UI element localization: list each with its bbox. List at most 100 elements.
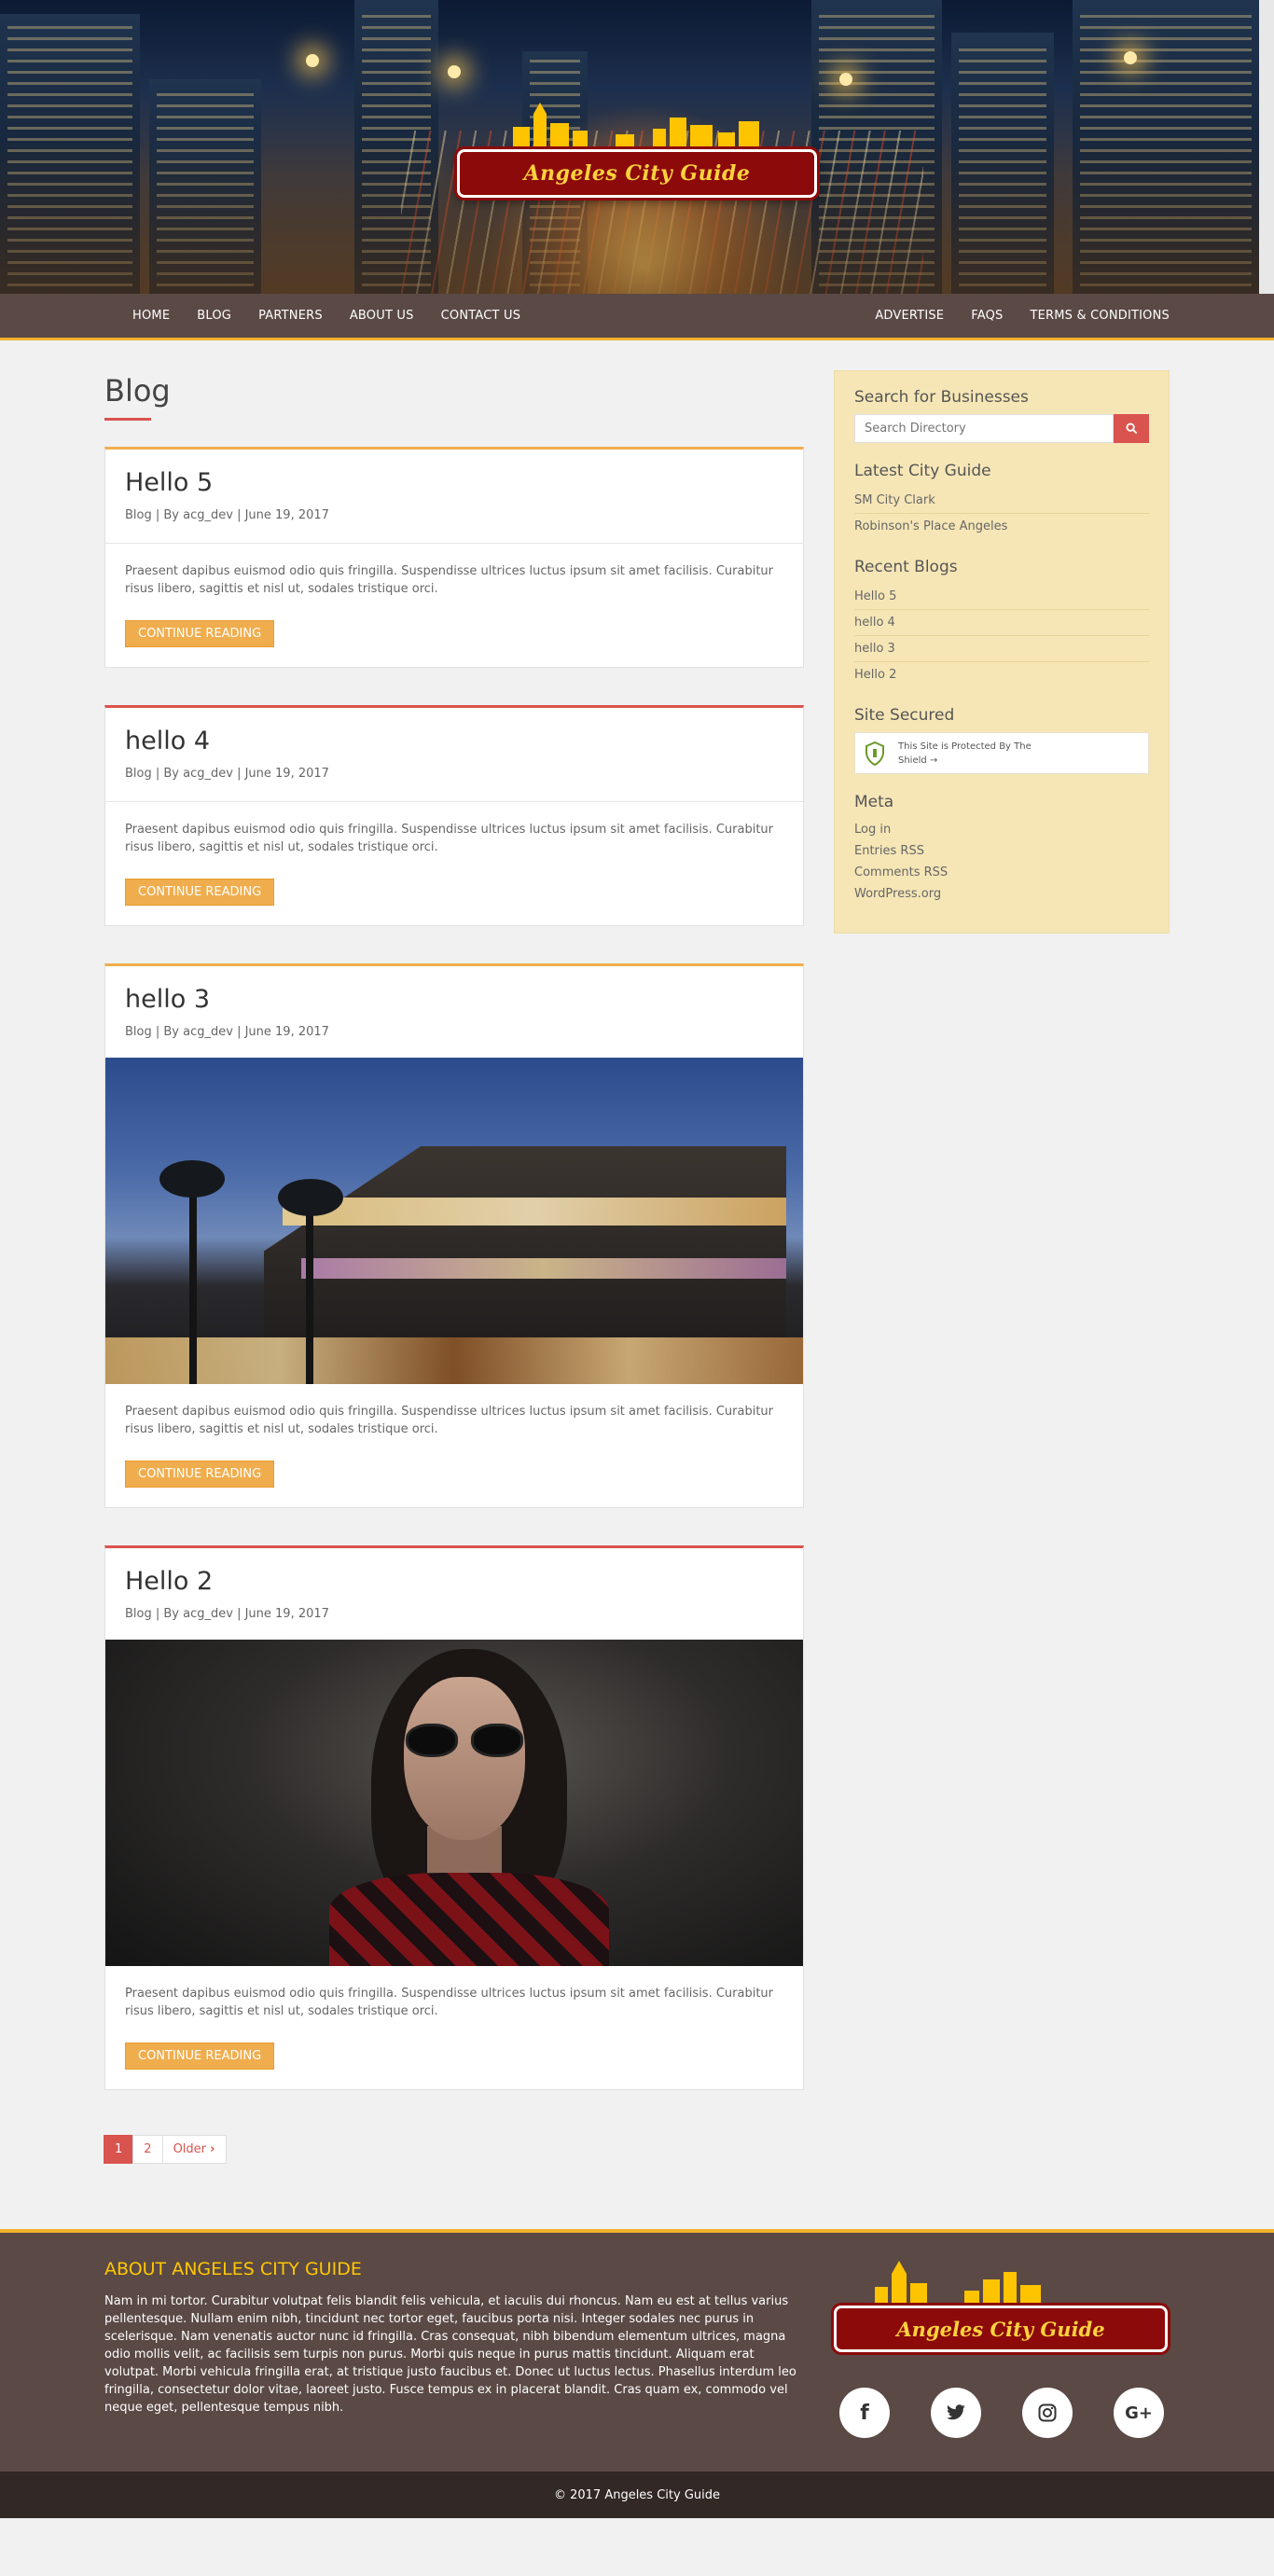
post-image-woman[interactable] — [105, 1640, 803, 1966]
google-plus-icon[interactable]: G+ — [1114, 2388, 1164, 2438]
footer-logo-text: Angeles City Guide — [896, 2317, 1105, 2341]
hero-banner: Angeles City Guide — [0, 0, 1274, 294]
post-body: Praesent dapibus euismod odio quis fring… — [105, 544, 803, 667]
title-underline — [104, 418, 151, 421]
page-link-1[interactable]: 1 — [104, 2135, 134, 2164]
continue-reading-button[interactable]: CONTINUE READING — [125, 1461, 275, 1488]
meta-list: Log in Entries RSS Comments RSS WordPres… — [854, 819, 1149, 905]
post-header: Hello 5 Blog | By acg_dev | June 19, 201… — [105, 450, 803, 543]
footer-about: ABOUT ANGELES CITY GUIDE Nam in mi torto… — [104, 2259, 804, 2438]
recent-blogs-widget: Recent Blogs Hello 5 hello 4 hello 3 Hel… — [854, 558, 1149, 687]
site-logo-text: Angeles City Guide — [523, 161, 751, 186]
blog-post: Hello 2 Blog | By acg_dev | June 19, 201… — [104, 1545, 804, 2090]
footer-brand: Angeles City Guide f G+ — [834, 2259, 1170, 2438]
meta-title: Meta — [854, 793, 894, 811]
footer-logo[interactable]: Angeles City Guide — [834, 2259, 1170, 2371]
nav-item-faqs[interactable]: FAQS — [971, 309, 1003, 323]
nav-left: HOME BLOG PARTNERS ABOUT US CONTACT US — [132, 309, 547, 323]
post-header: Hello 2 Blog | By acg_dev | June 19, 201… — [105, 1548, 803, 1640]
blog-post: Hello 5 Blog | By acg_dev | June 19, 201… — [104, 447, 804, 668]
search-input[interactable] — [854, 414, 1115, 443]
post-image-mall[interactable] — [105, 1058, 803, 1384]
post-excerpt: Praesent dapibus euismod odio quis fring… — [125, 564, 774, 596]
instagram-icon[interactable] — [1022, 2388, 1073, 2438]
chevron-right-icon: › — [210, 2142, 215, 2156]
post-title[interactable]: Hello 5 — [125, 468, 783, 497]
continue-reading-button[interactable]: CONTINUE READING — [125, 620, 275, 647]
recent-blog-item[interactable]: hello 4 — [854, 610, 1149, 636]
copyright-bar: © 2017 Angeles City Guide — [0, 2472, 1274, 2518]
nav-item-home[interactable]: HOME — [132, 309, 170, 323]
twitter-icon[interactable] — [931, 2388, 981, 2438]
copyright-text: © 2017 Angeles City Guide — [553, 2487, 721, 2502]
older-posts-link[interactable]: Older › — [161, 2135, 227, 2164]
blog-post: hello 3 Blog | By acg_dev | June 19, 201… — [104, 963, 804, 1508]
recent-blog-item[interactable]: Hello 5 — [854, 584, 1149, 610]
post-title[interactable]: hello 4 — [125, 727, 783, 755]
meta-item-comments-rss[interactable]: Comments RSS — [854, 862, 1149, 883]
recent-blog-item[interactable]: hello 3 — [854, 636, 1149, 662]
footer-logo-sign: Angeles City Guide — [834, 2306, 1168, 2352]
blog-post: hello 4 Blog | By acg_dev | June 19, 201… — [104, 705, 804, 926]
latest-guide-list: SM City Clark Robinson's Place Angeles — [854, 488, 1149, 539]
hero-edge — [1259, 0, 1274, 294]
facebook-icon[interactable]: f — [839, 2388, 890, 2438]
page-link-2[interactable]: 2 — [132, 2135, 163, 2164]
latest-guide-item[interactable]: Robinson's Place Angeles — [854, 514, 1149, 539]
footer-about-text: Nam in mi tortor. Curabitur volutpat fel… — [104, 2294, 796, 2415]
post-header: hello 4 Blog | By acg_dev | June 19, 201… — [105, 708, 803, 801]
continue-reading-button[interactable]: CONTINUE READING — [125, 2043, 275, 2070]
logo-skyline-icon — [513, 103, 759, 153]
search-icon — [1126, 422, 1137, 435]
shield-badge-text: This Site is Protected By The Shield → — [898, 740, 1032, 768]
latest-guide-item[interactable]: SM City Clark — [854, 488, 1149, 514]
post-body: Praesent dapibus euismod odio quis fring… — [105, 1966, 803, 2089]
nav-item-partners[interactable]: PARTNERS — [258, 309, 323, 323]
recent-blogs-title: Recent Blogs — [854, 558, 958, 576]
post-excerpt: Praesent dapibus euismod odio quis fring… — [125, 1987, 774, 2018]
older-label: Older — [173, 2142, 207, 2156]
post-meta: Blog | By acg_dev | June 19, 2017 — [125, 767, 329, 781]
street-lamp — [839, 73, 852, 86]
post-header: hello 3 Blog | By acg_dev | June 19, 201… — [105, 966, 803, 1058]
search-button[interactable] — [1114, 414, 1149, 443]
site-secured-widget: Site Secured This Site is Protected By T… — [854, 706, 1149, 774]
recent-blogs-list: Hello 5 hello 4 hello 3 Hello 2 — [854, 584, 1149, 687]
search-widget: Search for Businesses — [854, 388, 1149, 443]
post-meta: Blog | By acg_dev | June 19, 2017 — [125, 1607, 329, 1621]
nav-item-blog[interactable]: BLOG — [197, 309, 231, 323]
nav-item-terms[interactable]: TERMS & CONDITIONS — [1030, 309, 1170, 323]
content-wrapper: Blog Hello 5 Blog | By acg_dev | June 19… — [0, 340, 1274, 2229]
shield-badge[interactable]: This Site is Protected By The Shield → — [854, 732, 1149, 774]
sidebar: Search for Businesses Latest City Guide … — [834, 370, 1170, 934]
post-body: Praesent dapibus euismod odio quis fring… — [105, 802, 803, 925]
latest-guide-title: Latest City Guide — [854, 462, 991, 480]
post-excerpt: Praesent dapibus euismod odio quis fring… — [125, 823, 774, 854]
recent-blog-item[interactable]: Hello 2 — [854, 662, 1149, 687]
meta-item-login[interactable]: Log in — [854, 819, 1149, 840]
social-links: f G+ — [839, 2388, 1164, 2438]
footer-about-title: ABOUT ANGELES CITY GUIDE — [104, 2259, 362, 2279]
post-body: Praesent dapibus euismod odio quis fring… — [105, 1384, 803, 1507]
shield-badge-line2: Shield → — [898, 755, 938, 766]
nav-item-about-us[interactable]: ABOUT US — [350, 309, 414, 323]
main-column: Blog Hello 5 Blog | By acg_dev | June 19… — [104, 340, 804, 2229]
street-lamp — [306, 54, 319, 67]
nav-item-advertise[interactable]: ADVERTISE — [875, 309, 944, 323]
meta-item-wordpress[interactable]: WordPress.org — [854, 883, 1149, 905]
continue-reading-button[interactable]: CONTINUE READING — [125, 879, 275, 906]
shield-badge-line1: This Site is Protected By The — [898, 741, 1032, 752]
footer: ABOUT ANGELES CITY GUIDE Nam in mi torto… — [0, 2229, 1274, 2472]
page-title: Blog — [104, 373, 171, 409]
site-secured-title: Site Secured — [854, 706, 955, 725]
meta-widget: Meta Log in Entries RSS Comments RSS Wor… — [854, 793, 1149, 905]
meta-item-entries-rss[interactable]: Entries RSS — [854, 840, 1149, 862]
site-logo[interactable]: Angeles City Guide — [457, 149, 817, 198]
post-title[interactable]: hello 3 — [125, 985, 783, 1014]
nav-item-contact-us[interactable]: CONTACT US — [441, 309, 521, 323]
search-widget-title: Search for Businesses — [854, 388, 1029, 407]
logo-skyline-icon — [875, 2261, 1041, 2311]
post-title[interactable]: Hello 2 — [125, 1567, 783, 1596]
latest-guide-widget: Latest City Guide SM City Clark Robinson… — [854, 462, 1149, 539]
main-nav: HOME BLOG PARTNERS ABOUT US CONTACT US A… — [0, 294, 1274, 340]
